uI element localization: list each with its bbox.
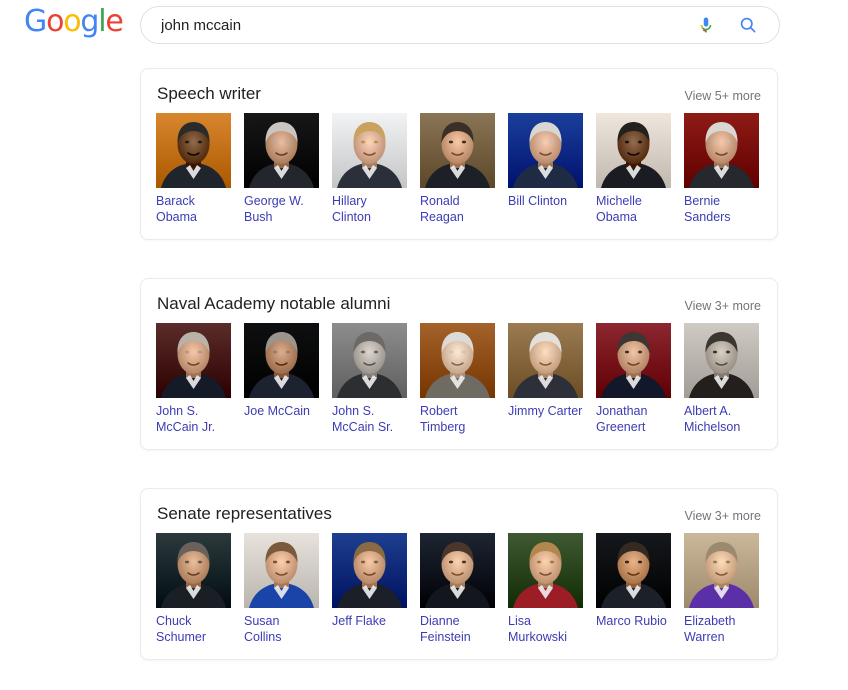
carousel-tile[interactable]: Lisa Murkowski xyxy=(508,533,583,645)
person-name-label[interactable]: Marco Rubio xyxy=(596,613,671,629)
carousel-header: Speech writer View 5+ more xyxy=(141,69,777,113)
person-name-label[interactable]: John S. McCain Jr. xyxy=(156,403,231,435)
carousel-tile[interactable]: Susan Collins xyxy=(244,533,319,645)
person-name-label[interactable]: Robert Timberg xyxy=(420,403,495,435)
person-thumbnail[interactable] xyxy=(420,323,495,398)
logo-letter-e: e xyxy=(105,4,123,39)
google-logo[interactable]: Google xyxy=(24,4,124,39)
carousel-header: Naval Academy notable alumni View 3+ mor… xyxy=(141,279,777,323)
person-name-label[interactable]: Chuck Schumer xyxy=(156,613,231,645)
carousel-tile[interactable]: George W. Bush xyxy=(244,113,319,225)
person-thumbnail[interactable] xyxy=(332,323,407,398)
person-thumbnail[interactable] xyxy=(420,113,495,188)
search-box[interactable] xyxy=(140,6,780,44)
person-thumbnail[interactable] xyxy=(244,113,319,188)
carousel-card-speech-writer: Speech writer View 5+ more Barack Obama … xyxy=(140,68,778,240)
person-name-label[interactable]: Susan Collins xyxy=(244,613,319,645)
person-name-label[interactable]: Albert A. Michelson xyxy=(684,403,759,435)
person-thumbnail[interactable] xyxy=(244,533,319,608)
search-icon[interactable] xyxy=(727,7,769,43)
carousel-tile[interactable]: John S. McCain Sr. xyxy=(332,323,407,435)
carousel-tile[interactable]: Robert Timberg xyxy=(420,323,495,435)
person-name-label[interactable]: Joe McCain xyxy=(244,403,319,419)
person-thumbnail[interactable] xyxy=(156,533,231,608)
carousel-card-naval-academy: Naval Academy notable alumni View 3+ mor… xyxy=(140,278,778,450)
person-thumbnail[interactable] xyxy=(596,323,671,398)
person-name-label[interactable]: Elizabeth Warren xyxy=(684,613,759,645)
person-thumbnail[interactable] xyxy=(508,323,583,398)
logo-letter-g2: g xyxy=(80,4,99,39)
logo-letter-g1: G xyxy=(24,4,47,39)
person-thumbnail[interactable] xyxy=(508,533,583,608)
view-more-link[interactable]: View 5+ more xyxy=(684,89,761,104)
person-name-label[interactable]: John S. McCain Sr. xyxy=(332,403,407,435)
person-thumbnail[interactable] xyxy=(684,113,759,188)
carousel-tile[interactable]: Jonathan Greenert xyxy=(596,323,671,435)
logo-letter-o2: o xyxy=(63,4,81,39)
person-name-label[interactable]: Bernie Sanders xyxy=(684,193,759,225)
person-thumbnail[interactable] xyxy=(596,533,671,608)
carousel-tile[interactable]: Albert A. Michelson xyxy=(684,323,759,435)
carousel-tile[interactable]: Marco Rubio xyxy=(596,533,671,645)
carousel-tile[interactable]: Joe McCain xyxy=(244,323,319,435)
page-title: Naval Academy notable alumni xyxy=(157,294,391,313)
person-name-label[interactable]: George W. Bush xyxy=(244,193,319,225)
person-thumbnail[interactable] xyxy=(156,323,231,398)
person-name-label[interactable]: Jeff Flake xyxy=(332,613,407,629)
person-name-label[interactable]: Ronald Reagan xyxy=(420,193,495,225)
person-name-label[interactable]: Lisa Murkowski xyxy=(508,613,583,645)
carousel-tile[interactable]: Bernie Sanders xyxy=(684,113,759,225)
carousel-tile[interactable]: Barack Obama xyxy=(156,113,231,225)
microphone-icon[interactable] xyxy=(685,7,727,43)
person-name-label[interactable]: Bill Clinton xyxy=(508,193,583,209)
page-header: Google xyxy=(0,0,848,60)
person-thumbnail[interactable] xyxy=(596,113,671,188)
person-name-label[interactable]: Michelle Obama xyxy=(596,193,671,225)
logo-letter-o1: o xyxy=(46,4,64,39)
person-name-label[interactable]: Dianne Feinstein xyxy=(420,613,495,645)
person-name-label[interactable]: Jonathan Greenert xyxy=(596,403,671,435)
view-more-link[interactable]: View 3+ more xyxy=(684,299,761,314)
person-thumbnail[interactable] xyxy=(332,533,407,608)
person-name-label[interactable]: Jimmy Carter xyxy=(508,403,583,419)
person-thumbnail[interactable] xyxy=(420,533,495,608)
person-thumbnail[interactable] xyxy=(684,323,759,398)
carousel-tile[interactable]: John S. McCain Jr. xyxy=(156,323,231,435)
carousel-tile[interactable]: Elizabeth Warren xyxy=(684,533,759,645)
carousel-tiles: Chuck Schumer Susan Collins Jeff Flake D… xyxy=(141,533,777,659)
person-name-label[interactable]: Hillary Clinton xyxy=(332,193,407,225)
carousel-tile[interactable]: Chuck Schumer xyxy=(156,533,231,645)
person-thumbnail[interactable] xyxy=(244,323,319,398)
person-thumbnail[interactable] xyxy=(332,113,407,188)
carousel-tile[interactable]: Jimmy Carter xyxy=(508,323,583,435)
page-title: Senate representatives xyxy=(157,504,332,523)
carousel-tile[interactable]: Hillary Clinton xyxy=(332,113,407,225)
carousel-tiles: Barack Obama George W. Bush Hillary Clin… xyxy=(141,113,777,239)
carousel-tile[interactable]: Ronald Reagan xyxy=(420,113,495,225)
person-thumbnail[interactable] xyxy=(508,113,583,188)
person-name-label[interactable]: Barack Obama xyxy=(156,193,231,225)
page-title: Speech writer xyxy=(157,84,261,103)
carousel-tile[interactable]: Dianne Feinstein xyxy=(420,533,495,645)
view-more-link[interactable]: View 3+ more xyxy=(684,509,761,524)
search-input[interactable] xyxy=(141,7,685,43)
carousel-header: Senate representatives View 3+ more xyxy=(141,489,777,533)
carousel-card-senate: Senate representatives View 3+ more Chuc… xyxy=(140,488,778,660)
person-thumbnail[interactable] xyxy=(156,113,231,188)
carousel-tile[interactable]: Jeff Flake xyxy=(332,533,407,645)
person-thumbnail[interactable] xyxy=(684,533,759,608)
carousel-tile[interactable]: Bill Clinton xyxy=(508,113,583,225)
carousel-tile[interactable]: Michelle Obama xyxy=(596,113,671,225)
carousel-tiles: John S. McCain Jr. Joe McCain John S. Mc… xyxy=(141,323,777,449)
